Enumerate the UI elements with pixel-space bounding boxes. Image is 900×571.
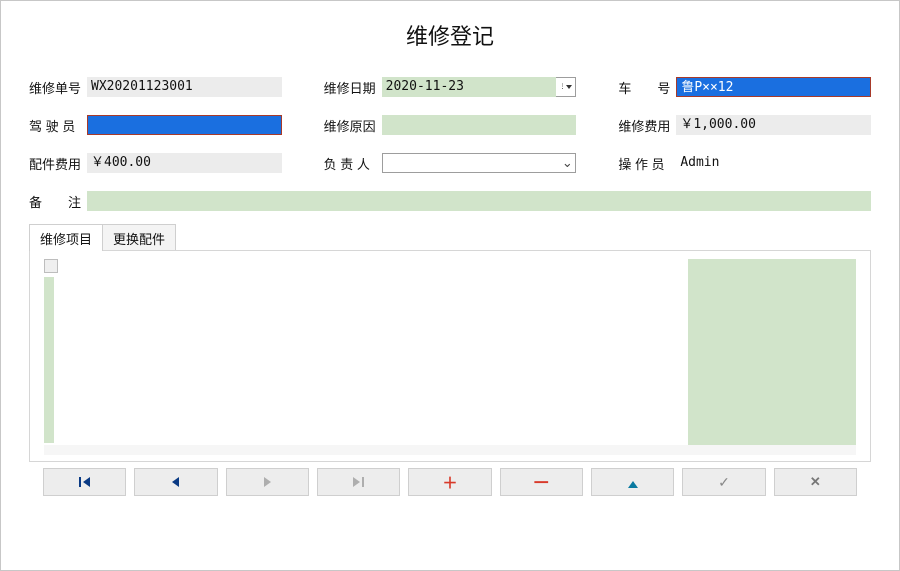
nav-first-button[interactable]: [43, 468, 126, 496]
save-button[interactable]: ✓: [682, 468, 765, 496]
field-plate: 车 号 鲁P××12: [618, 77, 871, 97]
tab-replace-parts[interactable]: 更换配件: [102, 224, 176, 251]
field-cost: 维修费用 ￥1,000.00: [618, 115, 871, 135]
value-operator: Admin: [676, 153, 871, 173]
input-plate-no[interactable]: 鲁P××12: [676, 77, 871, 97]
chevron-down-icon: [566, 85, 572, 89]
label-person: 负 责 人: [324, 154, 382, 173]
field-operator: 操 作 员 Admin: [618, 153, 871, 173]
up-button[interactable]: [591, 468, 674, 496]
label-order-no: 维修单号: [29, 78, 87, 97]
up-icon: [628, 476, 638, 488]
cancel-button[interactable]: ✕: [774, 468, 857, 496]
field-order-no: 维修单号 WX20201123001: [29, 77, 282, 97]
last-icon: [353, 477, 364, 487]
prev-icon: [172, 477, 179, 487]
x-icon: ✕: [810, 474, 821, 490]
input-driver[interactable]: [87, 115, 282, 135]
label-plate: 车 号: [618, 78, 676, 97]
field-remark: 备 注: [29, 191, 871, 211]
field-person: 负 责 人 ⌄: [324, 153, 577, 173]
nav-prev-button[interactable]: [134, 468, 217, 496]
select-responsible[interactable]: ⌄: [382, 153, 577, 173]
input-remark[interactable]: [87, 191, 871, 211]
repair-register-window: 维修登记 维修单号 WX20201123001 维修日期 2020-11-23 …: [0, 0, 900, 571]
input-date[interactable]: 2020-11-23: [382, 77, 557, 97]
label-operator: 操 作 员: [618, 154, 676, 173]
input-reason[interactable]: [382, 115, 577, 135]
vdots-icon: ⋮: [559, 84, 564, 90]
nav-last-button[interactable]: [317, 468, 400, 496]
tab-panel: [29, 250, 871, 462]
grid-detail-panel: [688, 259, 856, 455]
nav-next-button[interactable]: [226, 468, 309, 496]
form-grid: 维修单号 WX20201123001 维修日期 2020-11-23 ⋮ 车 号…: [29, 77, 871, 211]
grid-header-checkbox[interactable]: [44, 259, 58, 273]
label-reason: 维修原因: [324, 116, 382, 135]
label-date: 维修日期: [324, 78, 382, 97]
input-repair-cost[interactable]: ￥1,000.00: [676, 115, 871, 135]
grid-selection-column: [44, 277, 54, 443]
button-date-picker[interactable]: ⋮: [556, 77, 576, 97]
plus-icon: ＋: [442, 472, 457, 493]
field-driver: 驾 驶 员: [29, 115, 282, 135]
next-icon: [264, 477, 271, 487]
page-title: 维修登记: [29, 19, 871, 51]
field-date: 维修日期 2020-11-23 ⋮: [324, 77, 577, 97]
record-navigator-toolbar: ＋ － ✓ ✕: [43, 468, 857, 496]
tabstrip: 维修项目 更换配件: [29, 227, 871, 251]
label-remark: 备 注: [29, 192, 87, 211]
label-part-cost: 配件费用: [29, 154, 87, 173]
input-part-cost[interactable]: ￥400.00: [87, 153, 282, 173]
field-part-cost: 配件费用 ￥400.00: [29, 153, 282, 173]
field-reason: 维修原因: [324, 115, 577, 135]
label-cost: 维修费用: [618, 116, 676, 135]
tabs-container: 维修项目 更换配件 ＋: [29, 227, 871, 496]
grid-horizontal-scrollbar[interactable]: [44, 445, 856, 455]
add-button[interactable]: ＋: [408, 468, 491, 496]
minus-icon: －: [532, 469, 550, 495]
delete-button[interactable]: －: [500, 468, 583, 496]
chevron-down-icon: ⌄: [559, 155, 575, 171]
check-icon: ✓: [718, 474, 730, 491]
label-driver: 驾 驶 员: [29, 116, 87, 135]
tab-repair-items[interactable]: 维修项目: [29, 224, 103, 251]
first-icon: [79, 477, 90, 487]
input-order-no[interactable]: WX20201123001: [87, 77, 282, 97]
